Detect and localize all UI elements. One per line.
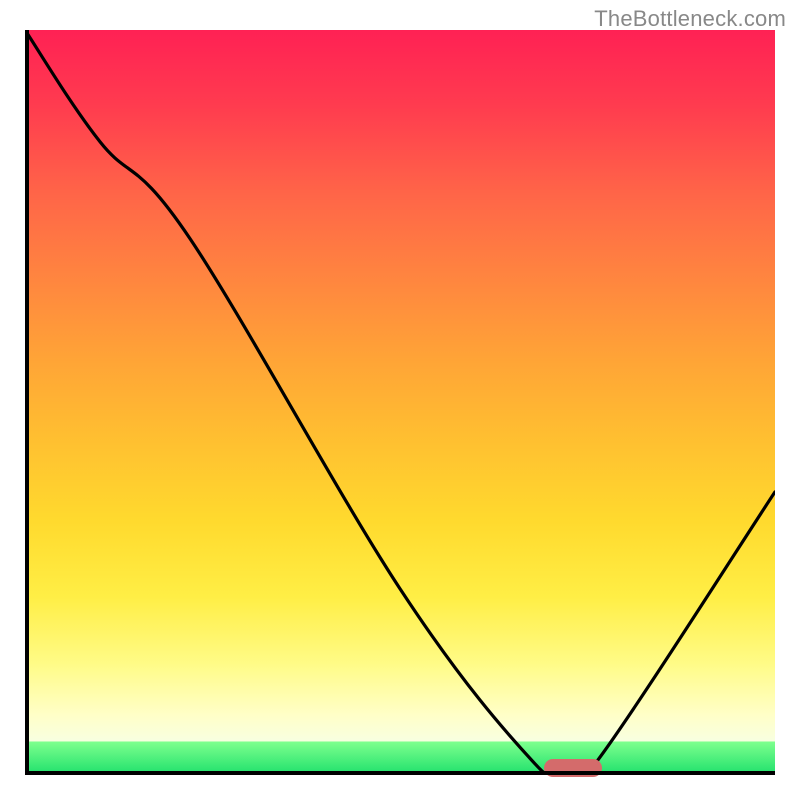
y-axis-line [25,30,29,775]
chart-container: TheBottleneck.com [0,0,800,800]
watermark-text: TheBottleneck.com [594,6,786,32]
bottleneck-curve [25,30,775,775]
plot-area [25,30,775,775]
x-axis-line [25,771,775,775]
